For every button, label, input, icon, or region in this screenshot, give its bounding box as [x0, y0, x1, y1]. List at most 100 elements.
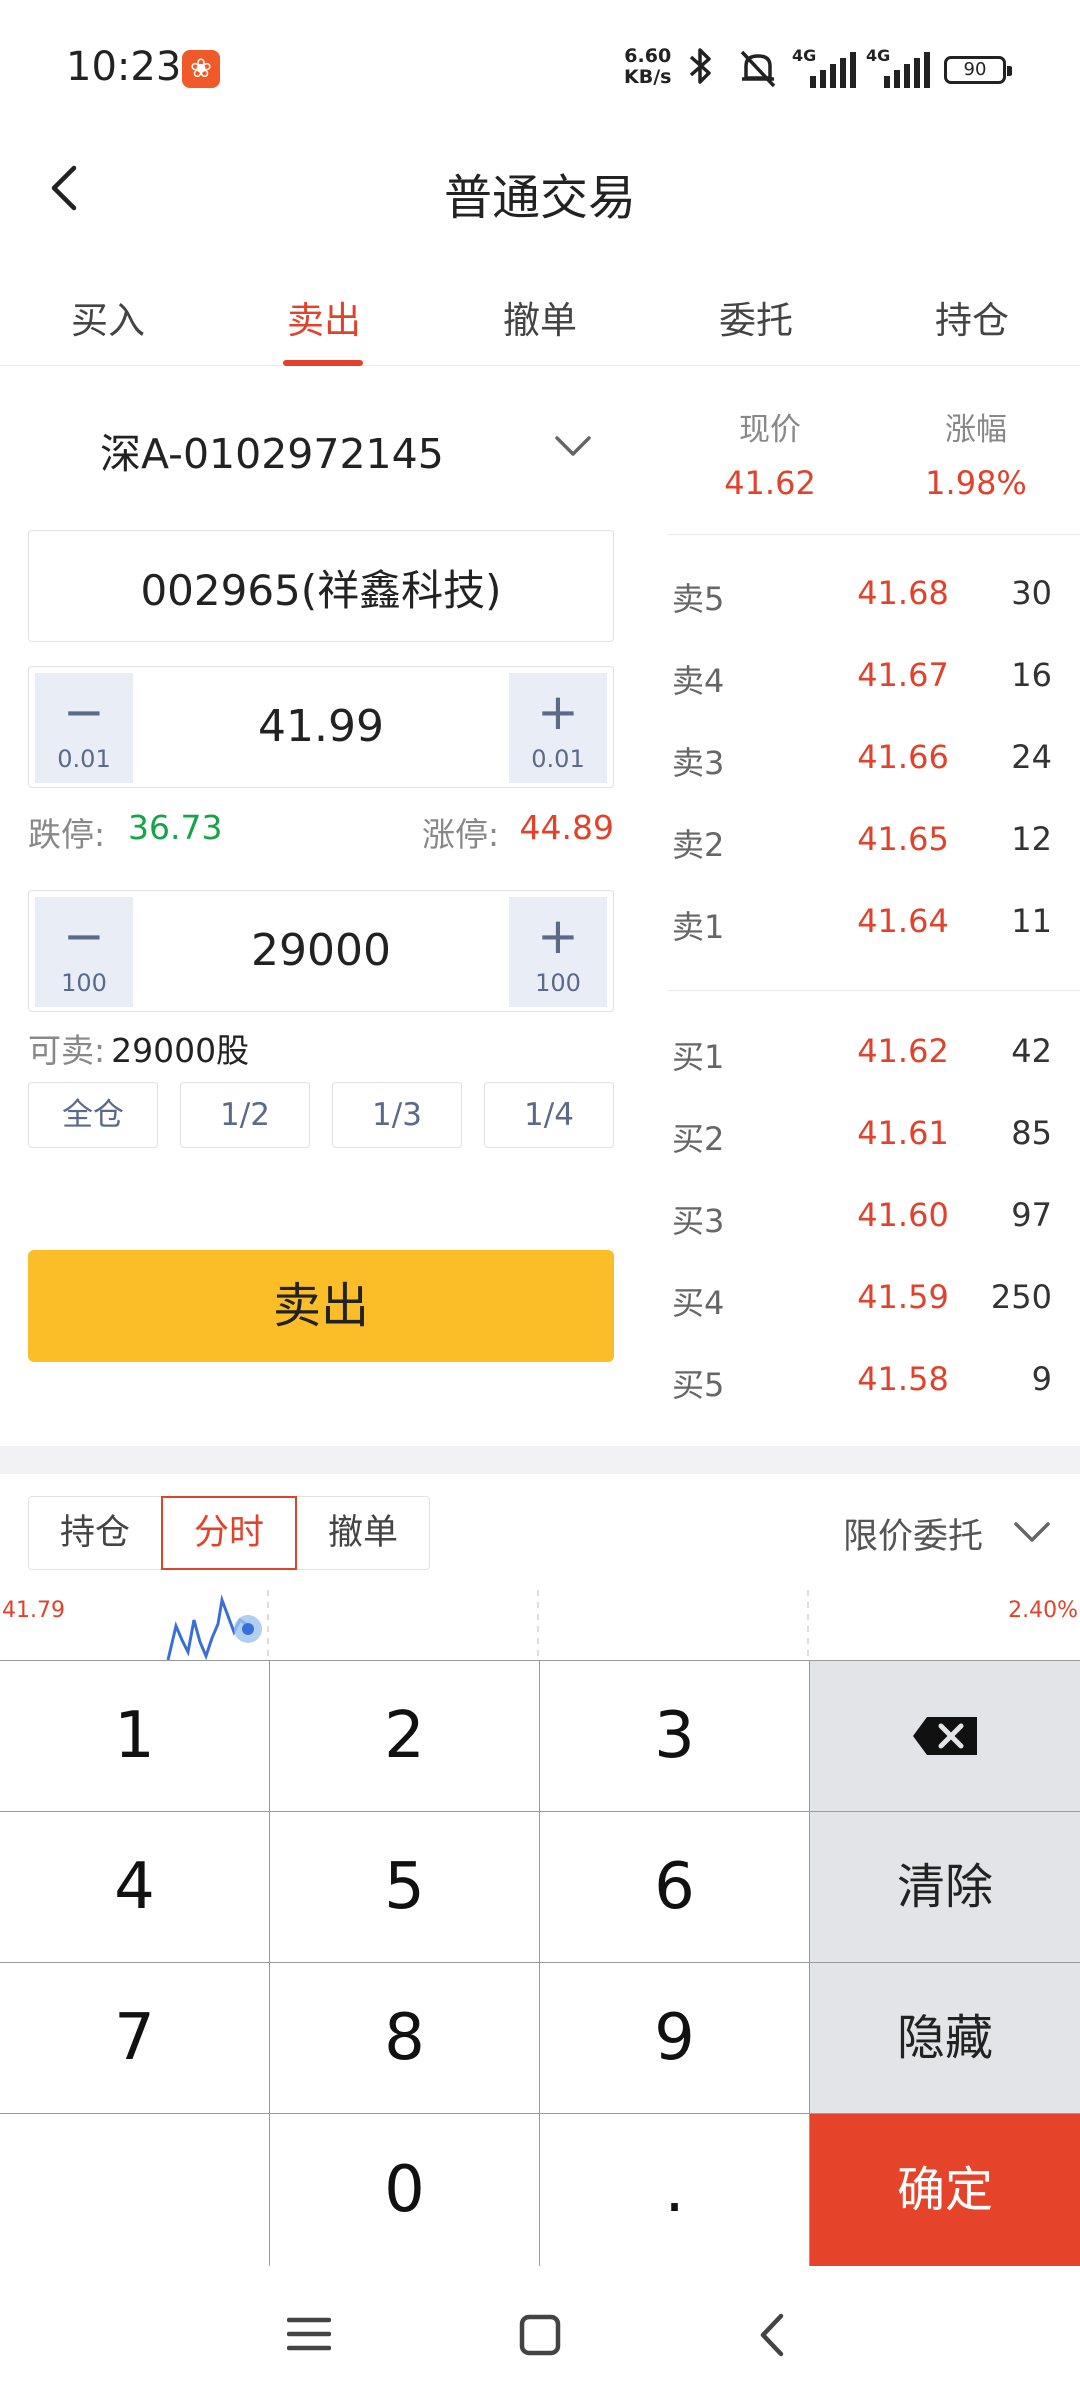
lower-tabs: 持仓 分时 撤单	[28, 1496, 430, 1570]
key-7[interactable]: 7	[0, 1963, 270, 2114]
network-speed-unit: KB/s	[624, 66, 672, 88]
key-5[interactable]: 5	[270, 1812, 540, 1963]
chevron-down-icon[interactable]	[553, 432, 593, 460]
price-decrease-button[interactable]: − 0.01	[35, 673, 133, 783]
signal-4g-2-icon: 4G	[866, 46, 930, 88]
plus-icon: +	[537, 683, 579, 741]
status-time: 10:23	[66, 44, 182, 90]
tab-positions[interactable]: 持仓	[864, 290, 1080, 344]
ask-label: 卖3	[672, 744, 725, 782]
sellable-value: 29000股	[111, 1031, 250, 1070]
price-step-label: 0.01	[57, 745, 111, 773]
ask-label: 卖1	[672, 908, 725, 946]
price-increase-button[interactable]: + 0.01	[509, 673, 607, 783]
ask-price: 41.68	[857, 574, 949, 612]
limit-down-value[interactable]: 36.73	[128, 808, 222, 847]
ask-row[interactable]: 卖3 41.66 24	[672, 738, 1052, 788]
key-0[interactable]: 0	[270, 2114, 540, 2267]
hide-keyboard-key[interactable]: 隐藏	[810, 1963, 1080, 2114]
confirm-key[interactable]: 确定	[810, 2114, 1080, 2267]
backspace-key[interactable]	[810, 1661, 1080, 1812]
key-4[interactable]: 4	[0, 1812, 270, 1963]
bid-volume: 85	[1011, 1114, 1052, 1152]
quantity-decrease-button[interactable]: − 100	[35, 897, 133, 1007]
ask-row[interactable]: 卖1 41.64 11	[672, 902, 1052, 952]
minus-icon: −	[63, 907, 105, 965]
key-2[interactable]: 2	[270, 1661, 540, 1812]
ask-price: 41.64	[857, 902, 949, 940]
price-input[interactable]: 41.99	[133, 701, 509, 752]
stock-code-value: 002965(祥鑫科技)	[140, 566, 502, 615]
ask-label: 卖2	[672, 826, 725, 864]
mute-icon	[740, 50, 776, 88]
bid-price: 41.61	[857, 1114, 949, 1152]
key-8[interactable]: 8	[270, 1963, 540, 2114]
key-3[interactable]: 3	[540, 1661, 810, 1812]
chevron-down-icon[interactable]	[1012, 1518, 1052, 1546]
ask-volume: 16	[1011, 656, 1052, 694]
current-price-value: 41.62	[724, 464, 816, 502]
intraday-chart-canvas	[166, 1590, 809, 1660]
clear-key[interactable]: 清除	[810, 1812, 1080, 1963]
tab-lower-cancel[interactable]: 撤单	[297, 1497, 429, 1569]
ask-volume: 12	[1011, 820, 1052, 858]
tab-orders[interactable]: 委托	[648, 290, 864, 344]
minus-icon: −	[63, 683, 105, 741]
network-speed: 6.60 KB/s	[624, 46, 671, 88]
key-6[interactable]: 6	[540, 1812, 810, 1963]
change-label: 涨幅	[945, 412, 1007, 448]
limit-up-label: 涨停:	[422, 815, 500, 854]
backspace-icon	[913, 1717, 977, 1755]
ratio-half-button[interactable]: 1/2	[180, 1082, 310, 1148]
tab-holdings[interactable]: 持仓	[29, 1497, 161, 1569]
section-divider	[0, 1446, 1080, 1474]
bid-row[interactable]: 买2 41.61 85	[672, 1114, 1052, 1164]
bid-price: 41.60	[857, 1196, 949, 1234]
stock-code-input[interactable]: 002965(祥鑫科技)	[28, 530, 614, 642]
ask-volume: 30	[1011, 574, 1052, 612]
limit-up-value[interactable]: 44.89	[520, 808, 614, 847]
quantity-input[interactable]: 29000	[133, 925, 509, 976]
bid-label: 买1	[672, 1038, 725, 1076]
bid-row[interactable]: 买5 41.58 9	[672, 1360, 1052, 1410]
nav-back-icon[interactable]	[757, 2312, 787, 2358]
ratio-quarter-button[interactable]: 1/4	[484, 1082, 614, 1148]
chart-high-pct: 2.40%	[1008, 1598, 1078, 1623]
quantity-increase-button[interactable]: + 100	[509, 897, 607, 1007]
current-price-label: 现价	[739, 412, 801, 448]
divider	[668, 990, 1080, 991]
bid-price: 41.58	[857, 1360, 949, 1398]
active-tab-indicator	[283, 360, 363, 366]
numeric-keypad: 1 2 3 4 5 6 清除 7 8 9 隐藏 0 . 确定	[0, 1660, 1080, 2267]
bid-label: 买3	[672, 1202, 725, 1240]
ask-row[interactable]: 卖2 41.65 12	[672, 820, 1052, 870]
ask-row[interactable]: 卖4 41.67 16	[672, 656, 1052, 706]
bid-row[interactable]: 买1 41.62 42	[672, 1032, 1052, 1082]
tab-cancel[interactable]: 撤单	[432, 290, 648, 344]
quantity-step-label: 100	[61, 969, 107, 997]
ask-row[interactable]: 卖5 41.68 30	[672, 574, 1052, 624]
ratio-full-button[interactable]: 全仓	[28, 1082, 158, 1148]
quantity-stepper: − 100 29000 + 100	[28, 890, 614, 1012]
key-dot[interactable]: .	[540, 2114, 810, 2267]
sellable-label: 可卖:	[28, 1031, 106, 1070]
bid-row[interactable]: 买3 41.60 97	[672, 1196, 1052, 1246]
tab-intraday[interactable]: 分时	[161, 1496, 297, 1570]
tab-buy[interactable]: 买入	[0, 290, 216, 344]
ratio-third-button[interactable]: 1/3	[332, 1082, 462, 1148]
key-1[interactable]: 1	[0, 1661, 270, 1812]
bid-row[interactable]: 买4 41.59 250	[672, 1278, 1052, 1328]
trade-tabs: 买入 卖出 撤单 委托 持仓	[0, 270, 1080, 366]
menu-icon[interactable]	[287, 2314, 331, 2354]
bid-volume: 97	[1011, 1196, 1052, 1234]
sell-button[interactable]: 卖出	[28, 1250, 614, 1362]
chart-high-price: 41.79	[2, 1598, 65, 1623]
key-9[interactable]: 9	[540, 1963, 810, 2114]
home-icon[interactable]	[519, 2314, 561, 2356]
system-nav-bar	[0, 2266, 1080, 2400]
order-type-selector[interactable]: 限价委托	[843, 1508, 983, 1559]
bid-volume: 9	[1031, 1360, 1052, 1398]
bid-label: 买4	[672, 1284, 725, 1322]
tab-sell[interactable]: 卖出	[216, 290, 432, 344]
account-selector[interactable]: 深A-0102972145	[100, 420, 444, 480]
